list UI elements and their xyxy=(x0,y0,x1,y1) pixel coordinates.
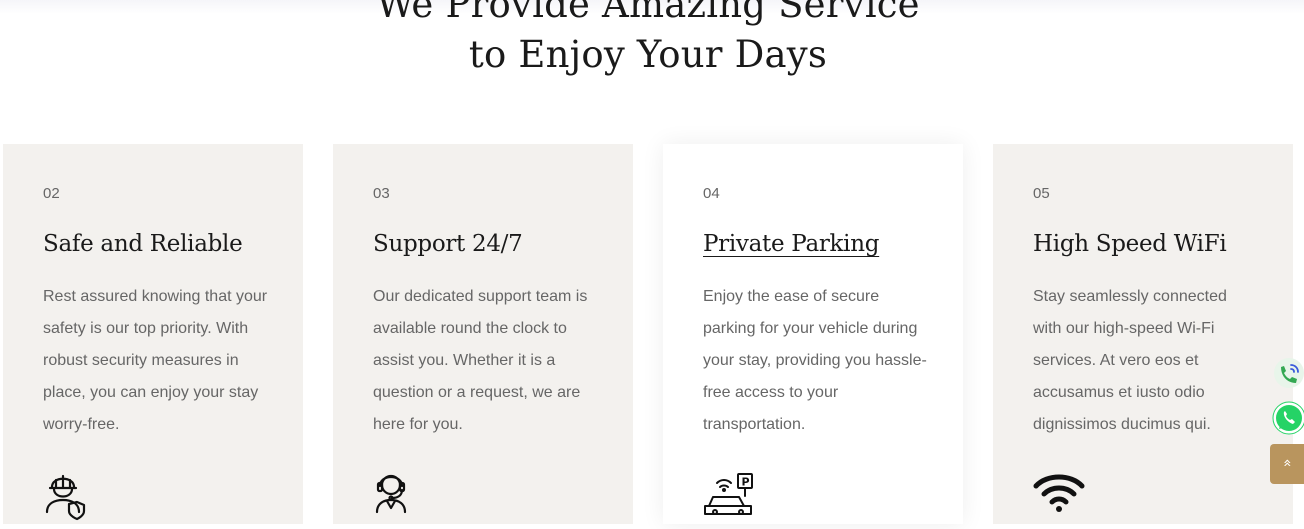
security-guard-icon xyxy=(43,468,99,524)
card-title[interactable]: Support 24/7 xyxy=(373,229,633,259)
card-number: 04 xyxy=(703,185,720,202)
card-description: Our dedicated support team is available … xyxy=(373,288,588,433)
section-heading: We Provide Amazing Service to Enjoy Your… xyxy=(0,0,1296,80)
section-heading-line-2: to Enjoy Your Days xyxy=(468,33,828,76)
service-card-wifi: 05 High Speed WiFi Stay seamlessly conne… xyxy=(993,144,1293,524)
parking-car-icon: P xyxy=(703,468,759,524)
card-title[interactable]: Safe and Reliable xyxy=(43,229,303,259)
phone-call-icon xyxy=(1274,358,1304,388)
card-title[interactable]: High Speed WiFi xyxy=(1033,229,1293,259)
card-description: Stay seamlessly connected with our high-… xyxy=(1033,288,1227,433)
scroll-to-top-button[interactable]: » xyxy=(1270,444,1304,484)
card-number: 05 xyxy=(1033,185,1050,202)
wifi-icon xyxy=(1033,468,1089,524)
svg-text:P: P xyxy=(742,476,750,489)
whatsapp-button[interactable] xyxy=(1270,397,1304,437)
card-number: 02 xyxy=(43,185,60,202)
headset-support-icon xyxy=(373,468,429,524)
card-description: Rest assured knowing that your safety is… xyxy=(43,288,268,433)
section-heading-line-1: We Provide Amazing Service xyxy=(376,0,920,26)
card-number: 03 xyxy=(373,185,390,202)
call-button[interactable] xyxy=(1270,353,1304,393)
service-card-parking: 04 Private Parking Enjoy the ease of sec… xyxy=(663,144,963,524)
service-card-support: 03 Support 24/7 Our dedicated support te… xyxy=(333,144,633,524)
card-title[interactable]: Private Parking xyxy=(703,229,963,259)
whatsapp-icon xyxy=(1272,401,1304,435)
chevron-double-up-icon: » xyxy=(1278,458,1295,468)
service-card-safe: 02 Safe and Reliable Rest assured knowin… xyxy=(3,144,303,524)
card-description: Enjoy the ease of secure parking for you… xyxy=(703,288,927,433)
